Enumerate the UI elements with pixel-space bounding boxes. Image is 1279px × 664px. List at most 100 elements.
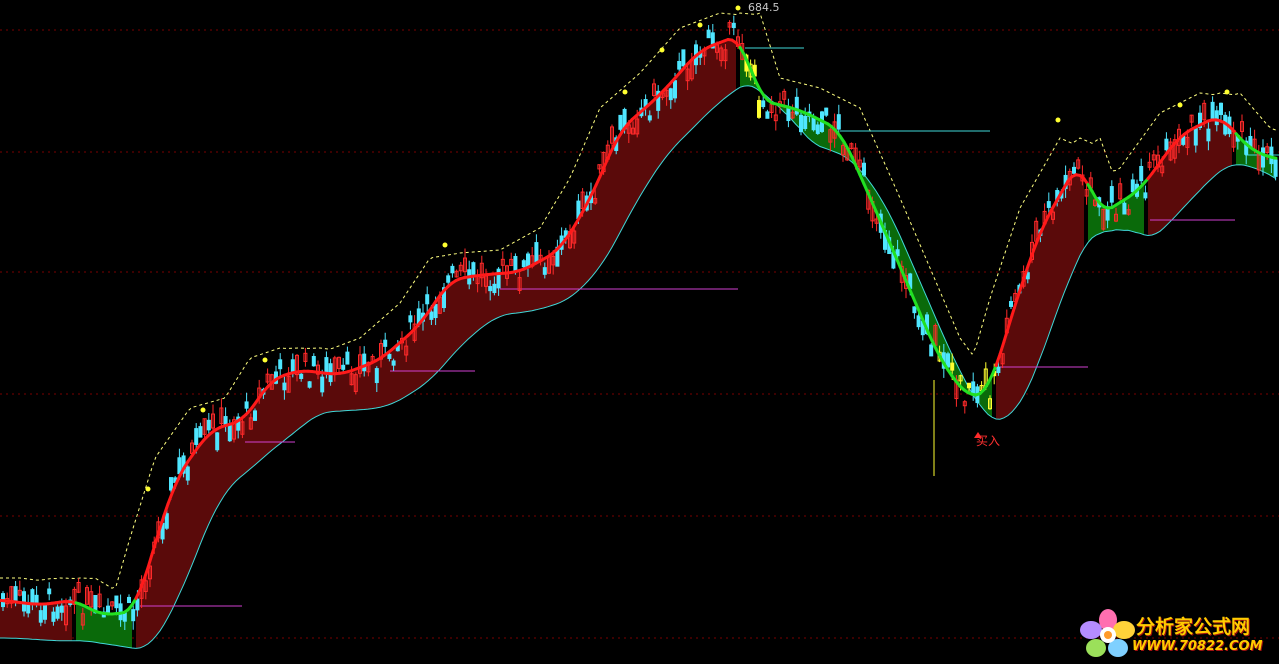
peak-marker	[659, 47, 665, 53]
candle-body	[534, 242, 539, 263]
candle-body	[387, 353, 392, 359]
candle-body	[206, 419, 211, 431]
peak-marker	[200, 407, 206, 413]
candle-body	[362, 353, 367, 372]
candle-body	[408, 315, 413, 323]
peak-marker	[1177, 102, 1183, 108]
candle-body	[198, 426, 203, 438]
candle-body	[706, 29, 711, 39]
watermark-logo: 分析家公式网 WWW.70822.COM	[1080, 608, 1275, 660]
candle-body	[647, 115, 652, 121]
candle-body	[47, 588, 52, 595]
candle-body	[492, 283, 497, 294]
candle-body	[1219, 102, 1223, 116]
candle-body	[1206, 128, 1211, 142]
candle-body	[282, 382, 287, 391]
candle-body	[836, 114, 841, 130]
candle-body	[1139, 166, 1144, 182]
candle-body	[1130, 179, 1135, 193]
candle-body	[950, 362, 955, 371]
candle-body	[967, 382, 971, 389]
candle-body	[345, 351, 350, 365]
candle-body	[122, 612, 127, 622]
candle-body	[59, 605, 64, 613]
candle-body	[488, 286, 493, 292]
candle-body	[731, 22, 736, 29]
candle-body	[521, 260, 526, 268]
candle-body	[215, 432, 220, 451]
candle-body	[862, 162, 866, 176]
candle-body	[30, 589, 35, 603]
candle-body	[320, 376, 325, 393]
candle-body	[43, 604, 47, 620]
signal-levels	[140, 47, 1279, 607]
candle-body	[341, 364, 346, 370]
candle-body	[299, 373, 304, 379]
peak-marker	[622, 89, 628, 95]
candle-body	[22, 591, 26, 612]
candle-body	[677, 60, 682, 70]
peak-marker	[442, 242, 448, 248]
candle-body	[1210, 101, 1215, 120]
buy-signal-label: 买入	[976, 434, 1001, 448]
candle-body	[668, 88, 673, 101]
candle-body	[425, 294, 430, 305]
candle-body	[971, 381, 976, 395]
candle-body	[55, 606, 60, 619]
candle-body	[164, 513, 169, 529]
candle-body	[471, 262, 476, 275]
peak-marker	[1055, 117, 1061, 123]
candle-body	[681, 49, 686, 67]
price-chart	[0, 5, 1279, 649]
candle-body	[227, 424, 232, 442]
candle-body	[513, 255, 518, 271]
peak-price-label: 684.5	[748, 1, 780, 14]
candle-body	[433, 304, 438, 319]
candle-body	[1072, 166, 1076, 174]
channel-fill-up	[0, 39, 1232, 649]
candle-body	[1273, 159, 1278, 177]
peak-marker	[145, 486, 151, 492]
candle-body	[996, 366, 1001, 374]
candle-body	[895, 249, 900, 257]
candle-body	[429, 311, 434, 320]
watermark-title: 分析家公式网	[1136, 616, 1251, 638]
peak-marker	[262, 357, 268, 363]
candle-body	[1046, 201, 1051, 208]
candle-body	[929, 344, 934, 357]
candle-body	[38, 610, 43, 623]
candle-body	[1109, 186, 1114, 203]
candle-body	[1143, 192, 1148, 199]
candle-body	[185, 466, 190, 481]
candle-body	[673, 80, 677, 99]
peak-marker	[735, 5, 741, 11]
candle-body	[799, 114, 803, 133]
candle-body	[496, 268, 501, 289]
candle-body	[1193, 128, 1198, 146]
candle-body	[542, 267, 547, 275]
candle-body	[1122, 202, 1127, 215]
candle-body	[194, 428, 199, 445]
candle-body	[446, 275, 451, 283]
candle-body	[815, 124, 820, 134]
candle-body	[618, 114, 623, 130]
candle-body	[51, 611, 56, 622]
candle-body	[253, 410, 257, 421]
candle-body	[244, 401, 249, 409]
candle-body	[135, 598, 140, 611]
candle-body	[803, 116, 808, 130]
candle-body	[761, 100, 766, 108]
candle-body	[278, 359, 283, 370]
candle-body	[127, 596, 131, 604]
candle-body	[1009, 301, 1013, 307]
candle-body	[383, 339, 388, 347]
peak-marker	[1224, 89, 1230, 95]
candle-body	[1261, 147, 1265, 168]
candle-body	[824, 107, 829, 116]
flower-logo-icon	[1080, 609, 1135, 657]
candle-body	[374, 368, 379, 384]
candle-body	[26, 603, 31, 614]
candle-body	[169, 477, 173, 491]
trend-segment	[1270, 155, 1278, 160]
candle-body	[311, 356, 316, 367]
